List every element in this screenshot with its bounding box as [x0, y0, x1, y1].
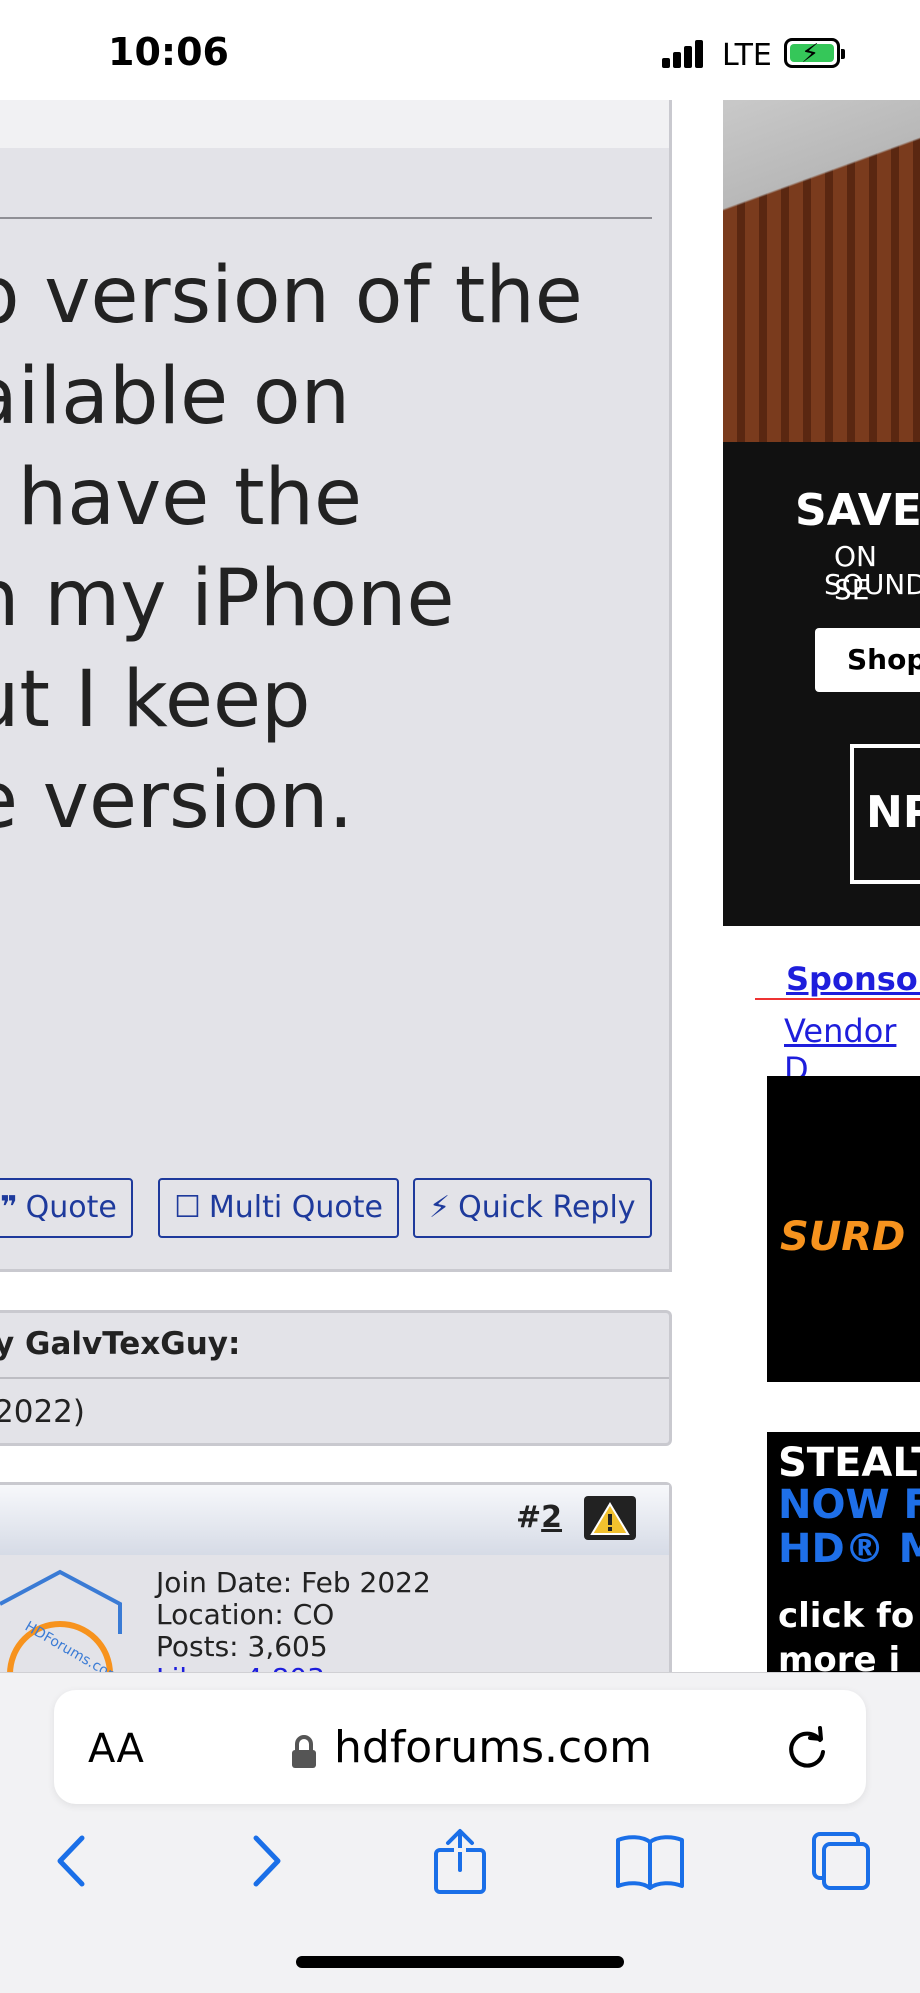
quote-label: Quote — [25, 1190, 117, 1225]
ad-logo: NP — [850, 744, 920, 884]
lock-icon — [290, 1734, 318, 1774]
thanks-title: y GalvTexGuy: — [0, 1326, 241, 1362]
bookmarks-icon[interactable] — [614, 1828, 686, 1898]
post-line: ut I keep — [0, 655, 311, 745]
ad-middle-brand: SURD — [780, 1214, 906, 1260]
signal-icon — [662, 40, 703, 68]
post-number-link[interactable]: 2 — [541, 1500, 562, 1535]
reader-settings-button[interactable]: AA — [88, 1726, 144, 1772]
ad-bottom-line-3: HD® M — [778, 1526, 920, 1572]
sponsor-divider — [755, 998, 920, 1000]
post-line: I have the — [0, 453, 362, 543]
thanks-date: 2022) — [0, 1394, 85, 1430]
post-2-header — [0, 1485, 669, 1555]
ad-bottom-line-1: STEALT — [778, 1440, 920, 1486]
network-label: LTE — [722, 38, 772, 73]
join-date: Join Date: Feb 2022 — [156, 1566, 431, 1599]
post-number-prefix: # — [516, 1500, 542, 1535]
posts-count: Posts: 3,605 — [156, 1630, 328, 1663]
tabs-icon[interactable] — [808, 1828, 874, 1898]
battery-icon: ⚡ — [784, 38, 845, 69]
quick-reply-button[interactable]: ⚡ Quick Reply — [413, 1178, 652, 1238]
ad-shop-button[interactable]: Shop — [815, 628, 920, 692]
likes-link[interactable]: Likes: 4,803 — [156, 1662, 325, 1672]
ad-bottom-line-2: NOW F — [778, 1482, 920, 1528]
hdforums-logo-icon: HDForums.com — [0, 1569, 123, 1727]
multi-quote-button[interactable]: ☐ Multi Quote — [158, 1178, 399, 1238]
sponsor-link[interactable]: Sponsor — [786, 960, 920, 998]
quote-button[interactable]: ❞ Quote — [0, 1178, 133, 1238]
ad-bottom-line-4: click fo — [778, 1596, 915, 1636]
share-icon[interactable] — [430, 1828, 490, 1898]
multi-quote-label: Multi Quote — [208, 1190, 383, 1225]
ad-bottom-line-5: more i — [778, 1640, 901, 1672]
url-text[interactable]: hdforums.com — [334, 1722, 652, 1773]
post-line: p version of the — [0, 251, 583, 341]
post-header — [0, 100, 669, 148]
back-icon[interactable] — [48, 1828, 94, 1898]
post-divider — [0, 217, 652, 219]
ad-headline: SAVE — [795, 485, 920, 536]
home-indicator — [296, 1956, 624, 1968]
lightning-icon: ⚡ — [429, 1190, 451, 1225]
post-line: e version. — [0, 756, 354, 846]
location: Location: CO — [156, 1598, 335, 1631]
warning-icon — [590, 1502, 630, 1535]
forward-icon[interactable] — [244, 1828, 290, 1898]
report-post-button[interactable] — [584, 1496, 636, 1540]
post-message: p version of the ailable on I have the n my… — [0, 246, 670, 852]
ad-ceiling-image — [723, 100, 920, 270]
checkbox-icon: ☐ — [174, 1190, 201, 1225]
status-time: 10:06 — [108, 30, 229, 74]
quick-reply-label: Quick Reply — [458, 1190, 636, 1225]
ad-subline-2: SOUND — [824, 568, 920, 601]
post-line: n my iPhone — [0, 554, 455, 644]
quote-icon: ❞ — [0, 1190, 18, 1225]
post-number: #2 — [516, 1500, 562, 1535]
reload-icon[interactable] — [784, 1726, 830, 1783]
avatar[interactable]: HDForums.com — [0, 1564, 130, 1727]
post-line: ailable on — [0, 352, 351, 442]
thanks-divider — [0, 1377, 669, 1379]
